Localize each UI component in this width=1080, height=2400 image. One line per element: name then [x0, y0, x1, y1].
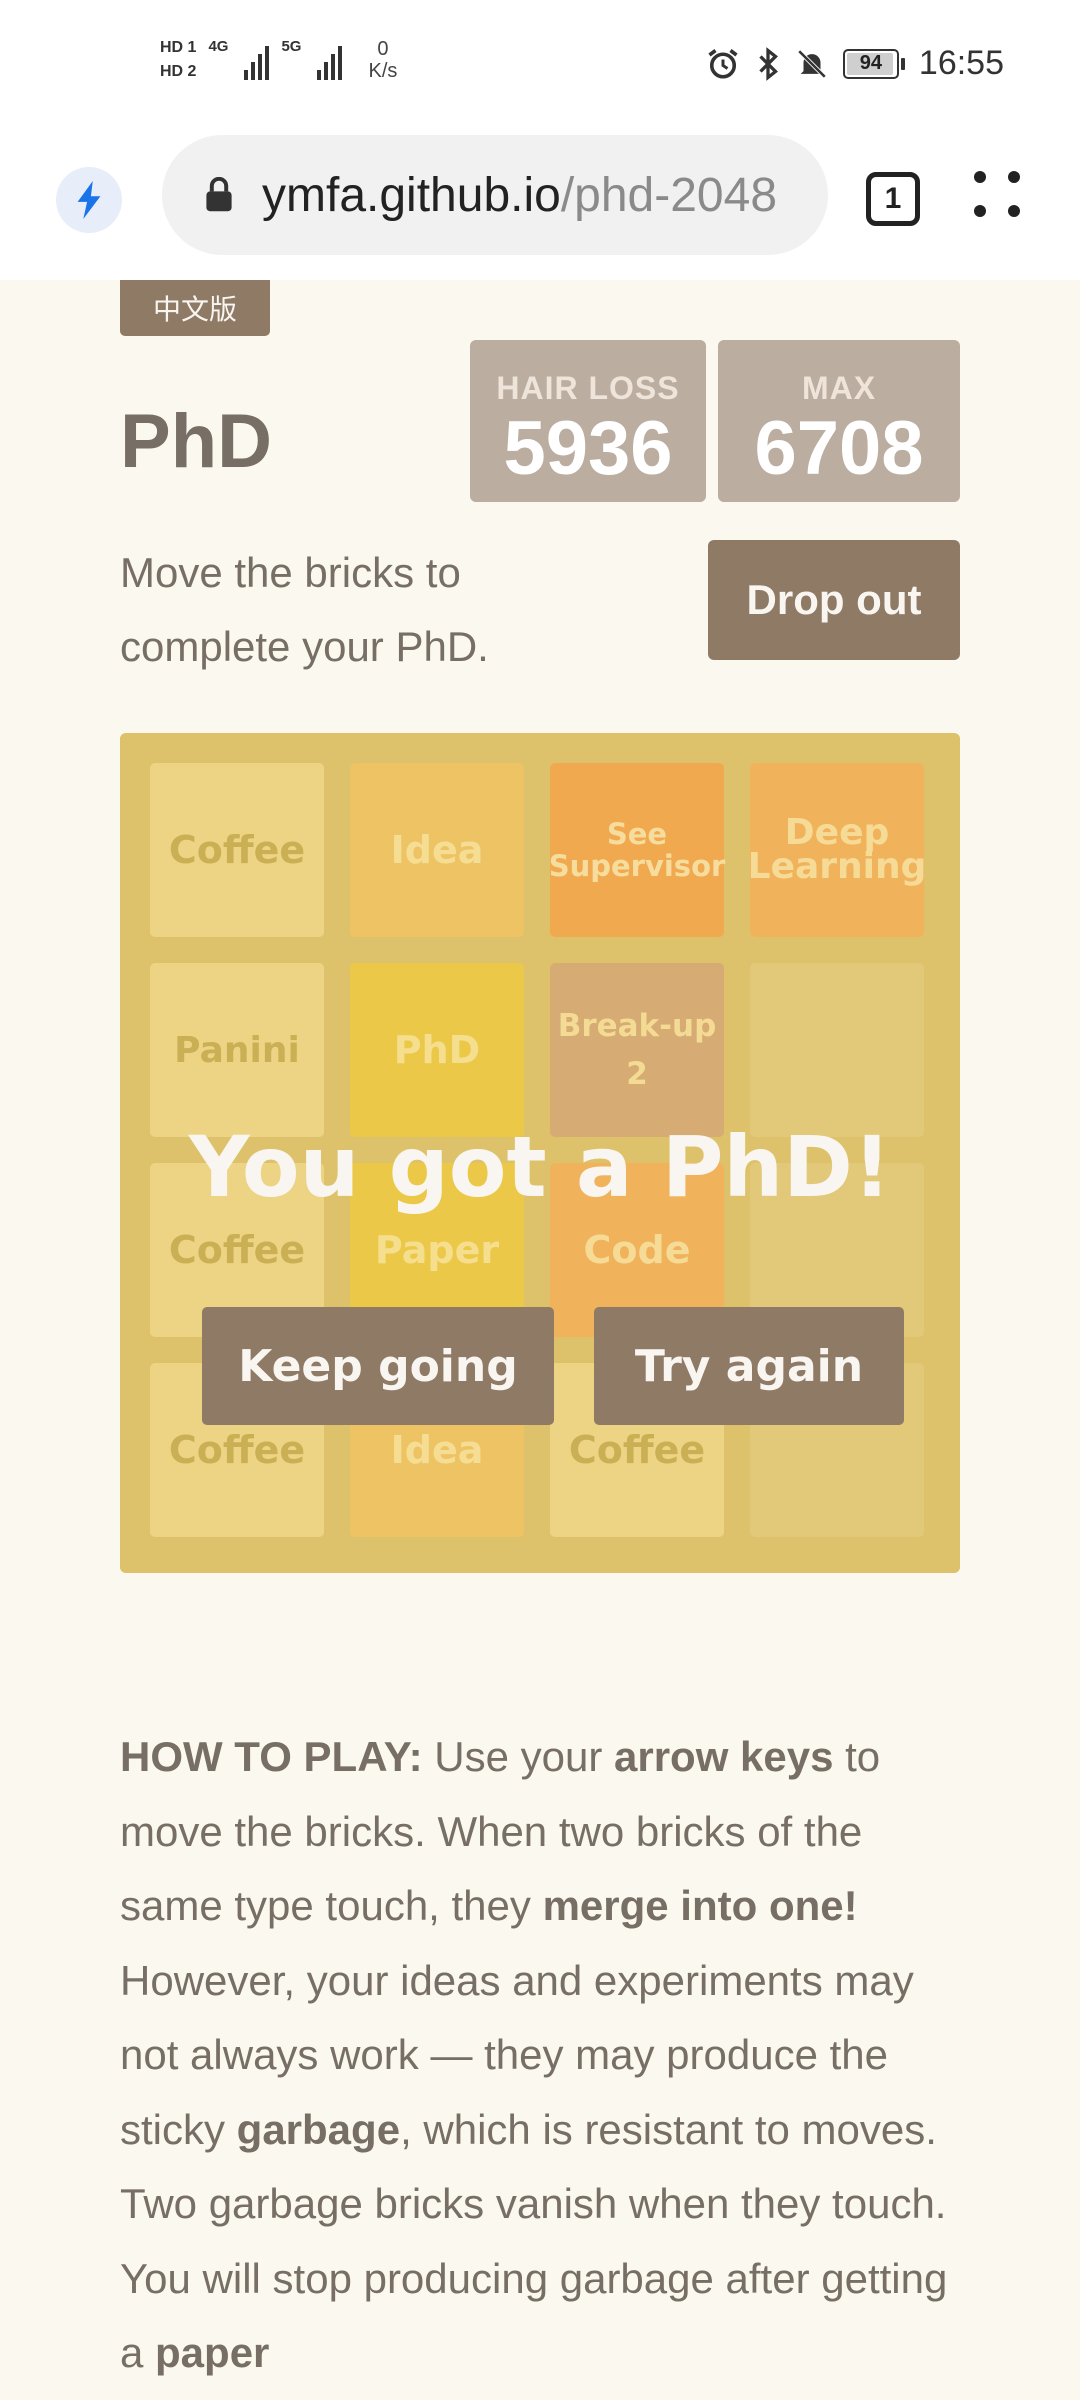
network-speed: 0 K/s — [368, 38, 397, 82]
network-type-1: 4G — [208, 38, 229, 55]
speed-unit: K/s — [368, 60, 398, 82]
battery-level: 94 — [859, 52, 883, 74]
signal-icon — [244, 40, 270, 80]
status-bar: HD 1 HD 2 4G 5G 0 K/s 94 16:55 — [0, 0, 1080, 135]
howto-heading: HOW TO PLAY: — [120, 1733, 423, 1780]
intro-text: Move the bricks to complete your PhD. — [120, 549, 489, 670]
score-box: HAIR LOSS 5936 — [470, 340, 706, 502]
hd-indicators: HD 1 HD 2 — [160, 39, 196, 81]
speed-value: 0 — [377, 38, 389, 60]
lock-icon — [206, 177, 232, 212]
network-type-2: 5G — [281, 38, 302, 55]
try-again-button[interactable]: Try again — [594, 1307, 904, 1425]
tab-count: 1 — [884, 182, 902, 215]
game-board[interactable]: Coffee Idea See Supervisor Deep Learning Pan… — [120, 733, 960, 1573]
hd1-label: HD 1 — [160, 39, 197, 56]
hd2-label: HD 2 — [160, 63, 197, 80]
url-text: ymfa.github.io/phd-2048 — [262, 168, 777, 223]
drop-out-button[interactable]: Drop out — [708, 540, 960, 660]
silent-icon — [797, 49, 827, 78]
status-right: 94 16:55 — [705, 44, 1004, 83]
address-bar[interactable]: ymfa.github.io/phd-2048 — [162, 135, 828, 255]
score-value: 5936 — [503, 406, 673, 491]
win-message: You got a PhD! — [188, 1118, 892, 1216]
howto-garbage: garbage — [236, 2105, 401, 2153]
keep-going-button[interactable]: Keep going — [202, 1307, 554, 1425]
clock: 16:55 — [918, 44, 1004, 82]
status-left: HD 1 HD 2 4G 5G 0 K/s — [160, 38, 397, 82]
language-button[interactable]: 中文版 — [120, 280, 270, 336]
tab-switcher-button[interactable]: 1 — [866, 172, 920, 226]
url-path: /phd-2048 — [560, 168, 778, 222]
howto-paper: paper — [155, 2329, 270, 2376]
battery-icon: 94 — [842, 48, 905, 79]
bolt-icon — [77, 181, 101, 219]
bluetooth-icon — [759, 46, 778, 81]
best-box: MAX 6708 — [718, 340, 960, 502]
browser-toolbar: ymfa.github.io/phd-2048 1 — [0, 135, 1080, 280]
howto-text-1: Use your — [422, 1733, 614, 1780]
best-label: MAX — [801, 370, 877, 406]
howto-merge: merge into one! — [542, 1882, 858, 1929]
page-title: PhD — [120, 399, 272, 484]
win-overlay: You got a PhD! Keep going Try again — [120, 733, 960, 1573]
how-to-play-text: HOW TO PLAY: Use your arrow keys to move… — [120, 1720, 960, 2391]
howto-arrow-keys: arrow keys — [613, 1733, 834, 1780]
signal-icon-2 — [317, 40, 343, 80]
best-value: 6708 — [754, 406, 924, 491]
more-menu-icon[interactable] — [974, 171, 1030, 227]
url-host: ymfa.github.io — [262, 168, 561, 222]
score-label: HAIR LOSS — [496, 370, 680, 406]
lite-mode-button[interactable] — [56, 167, 122, 233]
alarm-icon — [708, 48, 738, 79]
